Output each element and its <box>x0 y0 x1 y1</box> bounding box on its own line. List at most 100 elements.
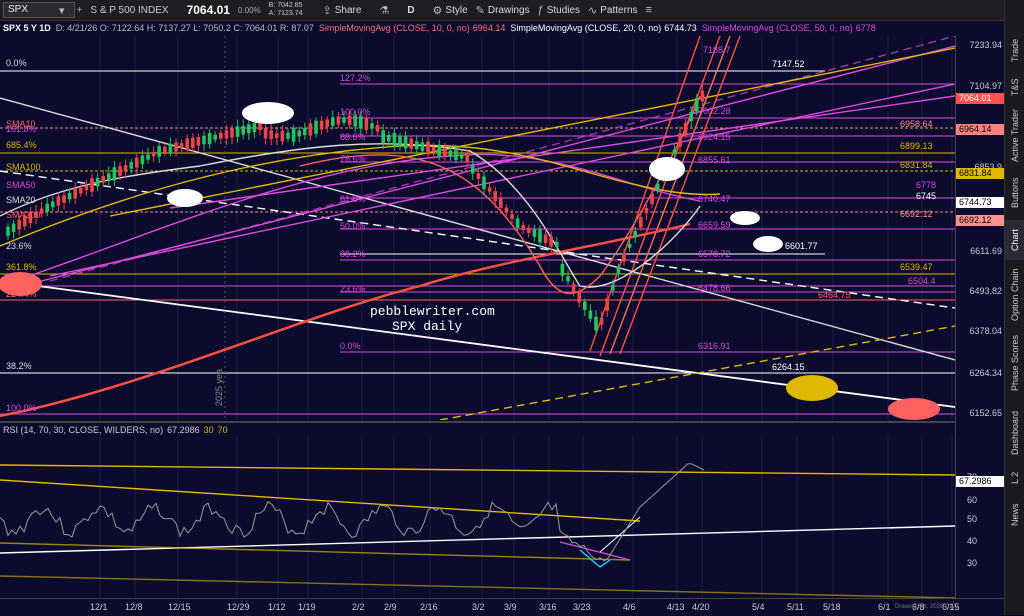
fib-center-label: 50.0% <box>340 221 366 231</box>
sidebar-tab-l2[interactable]: L 2 <box>1005 465 1024 490</box>
fib-value: 6924.15 <box>698 132 731 142</box>
level-value: 6899.13 <box>900 141 933 151</box>
fib-value: 6740.47 <box>698 194 731 204</box>
candle <box>45 203 49 212</box>
sidebar-tab-ts[interactable]: T&S <box>1005 72 1024 102</box>
candle <box>342 117 346 123</box>
fib-left-label: 38.2% <box>6 361 32 371</box>
candle <box>101 176 105 183</box>
annotation-ellipse <box>167 189 203 207</box>
candle <box>515 218 520 228</box>
fib-value: 7188.7 <box>703 45 731 55</box>
candle <box>594 316 598 331</box>
menu-button[interactable]: ≡ <box>646 4 652 16</box>
price-tag: 6831.84 <box>956 168 1005 179</box>
candle <box>17 219 21 230</box>
candle <box>174 142 178 152</box>
candle <box>605 298 609 311</box>
candle <box>560 263 565 276</box>
sidebar-tab-option-chain[interactable]: Option Chain <box>1005 265 1024 325</box>
price-axis[interactable]: 7233.94 7104.97 6853.9 6611.69 6493.82 6… <box>955 36 1005 598</box>
fib-left-label: 0.0% <box>6 58 27 68</box>
patterns-icon: ∿ <box>588 4 598 17</box>
sidebar-tab-active-trader[interactable]: Active Trader <box>1005 105 1024 165</box>
candle <box>247 124 251 134</box>
price-tick: 6611.69 <box>970 246 1002 256</box>
candle <box>627 243 632 248</box>
candle <box>84 185 89 191</box>
candle <box>375 124 380 132</box>
candle <box>549 236 553 247</box>
studies-button[interactable]: ƒ Studies <box>538 4 580 16</box>
sma10-label: SimpleMovingAvg (CLOSE, 10, 0, no) <box>318 23 470 33</box>
share-button[interactable]: ⇪ Share <box>323 4 362 17</box>
sidebar-tab-trade[interactable]: Trade <box>1005 30 1024 70</box>
rsi-tick: 50 <box>966 514 977 524</box>
time-tick: 2/2 <box>352 602 365 612</box>
fib-center-label: 78.6% <box>340 154 366 164</box>
sidebar-tab-phase-scores[interactable]: Phase Scores <box>1005 330 1024 395</box>
sidebar-tab-chart[interactable]: Chart <box>1005 220 1024 260</box>
sidebar-tab-buttons[interactable]: Buttons <box>1005 170 1024 215</box>
candle <box>118 166 122 176</box>
candle <box>185 138 189 151</box>
candle <box>235 126 240 137</box>
candle <box>370 123 374 129</box>
candle <box>314 120 318 134</box>
candle <box>689 111 693 122</box>
candle <box>588 310 593 319</box>
candle <box>90 178 94 192</box>
candle <box>476 173 481 179</box>
candle <box>196 137 201 146</box>
fib-center-label: 23.6% <box>340 284 366 294</box>
candle <box>56 196 61 206</box>
candle <box>454 150 458 160</box>
rsi-os: 70 <box>217 425 228 435</box>
time-tick: 3/9 <box>504 602 517 612</box>
candle <box>107 173 111 180</box>
sidebar-tab-dashboard[interactable]: Dashboard <box>1005 405 1024 460</box>
fib-value: 6316.91 <box>698 341 731 351</box>
candle <box>426 141 430 155</box>
price-tag: 6692.12 <box>956 215 1005 226</box>
time-tick: 12/15 <box>168 602 191 612</box>
interval-button[interactable]: D <box>407 5 414 16</box>
fib-value: 6659.59 <box>698 220 731 230</box>
candle <box>67 193 72 200</box>
candle <box>683 122 688 134</box>
patterns-button[interactable]: ∿ Patterns <box>588 4 637 17</box>
chevron-down-icon[interactable]: ▾ <box>59 4 65 17</box>
candle <box>325 119 329 127</box>
rsi-chart[interactable] <box>0 435 955 598</box>
time-tick: 12/29 <box>227 602 250 612</box>
rsi-label: RSI (14, 70, 30, CLOSE, WILDERS, no) <box>3 425 164 435</box>
candle <box>487 187 492 192</box>
style-button[interactable]: ⚙ Style <box>433 4 468 17</box>
ma-label: SMA10 <box>6 119 36 129</box>
price-tick: 7104.97 <box>969 81 1002 91</box>
candle <box>555 241 559 247</box>
price-chart[interactable]: 2025 yea 0.0% 685.4% 23.6% 361.8% 38.2% … <box>0 36 955 420</box>
candle <box>510 214 514 219</box>
plus-icon[interactable]: + <box>77 5 83 16</box>
level-value: 6264.15 <box>772 362 805 372</box>
chart-subtitle: SPX daily <box>392 319 462 334</box>
price-tick: 6493.82 <box>969 286 1002 296</box>
candle <box>129 162 133 169</box>
candle <box>465 152 469 163</box>
candle <box>151 152 156 157</box>
chart-label: SPX 5 Y 1D <box>3 23 51 33</box>
level-value: 6539.47 <box>900 262 933 272</box>
sidebar-tab-news[interactable]: News <box>1005 495 1024 535</box>
last-price: 7064.01 <box>186 3 230 17</box>
rsi-tick: 30 <box>966 558 977 568</box>
price-tick: 6264.34 <box>969 368 1002 378</box>
candle <box>79 187 83 194</box>
time-axis[interactable]: 12/1 12/8 12/15 12/29 1/12 1/19 2/2 2/9 2/16 3/2 3… <box>0 598 1004 616</box>
drawings-button[interactable]: ✎ Drawings <box>476 4 530 17</box>
candle <box>230 128 234 138</box>
fib-value: 7002.28 <box>698 106 731 116</box>
flask-button[interactable]: ⚗ <box>379 4 389 17</box>
candle <box>213 134 217 140</box>
fib-center-label: 38.2% <box>340 249 366 259</box>
